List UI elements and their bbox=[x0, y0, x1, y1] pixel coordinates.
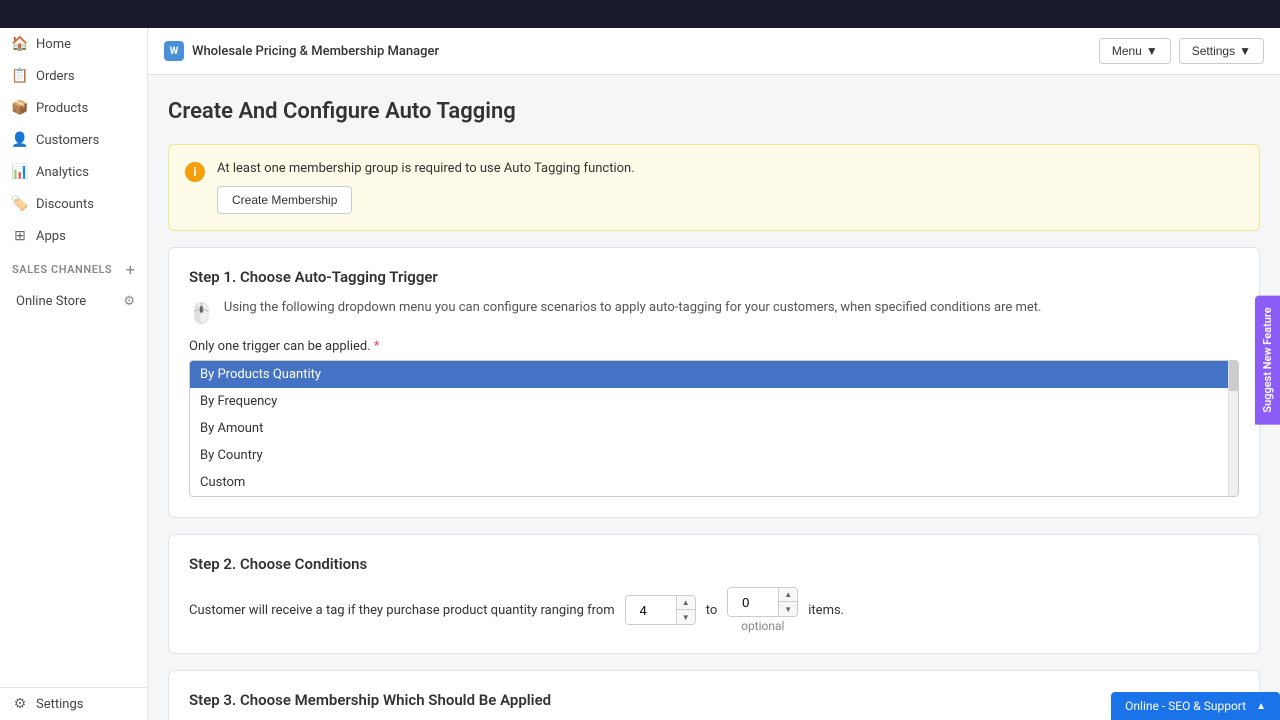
settings-chevron-icon: ▼ bbox=[1239, 44, 1251, 58]
sidebar-item-home-label: Home bbox=[36, 37, 71, 52]
to-quantity-input[interactable] bbox=[728, 588, 778, 616]
alert-content: At least one membership group is require… bbox=[217, 161, 1243, 214]
step1-desc-icon: 🖱️ bbox=[189, 301, 214, 325]
step1-description: 🖱️ Using the following dropdown menu you… bbox=[189, 300, 1239, 325]
sidebar-item-products[interactable]: 📦 Products bbox=[0, 92, 147, 124]
app-header: W Wholesale Pricing & Membership Manager… bbox=[148, 28, 1280, 75]
products-icon: 📦 bbox=[12, 100, 28, 116]
page-title: Create And Configure Auto Tagging bbox=[168, 99, 1260, 124]
step1-title: Step 1. Choose Auto-Tagging Trigger bbox=[189, 268, 1239, 286]
home-icon: 🏠 bbox=[12, 36, 28, 52]
dropdown-scrollbar[interactable] bbox=[1228, 361, 1238, 496]
top-bar bbox=[0, 0, 1280, 28]
app-header-right: Menu ▼ Settings ▼ bbox=[1099, 38, 1264, 64]
online-store-label: Online Store bbox=[16, 294, 86, 309]
sidebar-nav: 🏠 Home 📋 Orders 📦 Products 👤 Customers 📊… bbox=[0, 28, 147, 252]
to-spinner: ▲ ▼ bbox=[778, 588, 797, 616]
new-feature-tab[interactable]: Suggest New Feature bbox=[1255, 295, 1280, 424]
from-spinner: ▲ ▼ bbox=[676, 596, 695, 624]
analytics-icon: 📊 bbox=[12, 164, 28, 180]
dropdown-option-frequency[interactable]: By Frequency bbox=[190, 388, 1238, 415]
sidebar-item-orders-label: Orders bbox=[36, 69, 75, 84]
step3-card: Step 3. Choose Membership Which Should B… bbox=[168, 670, 1260, 720]
optional-label: optional bbox=[741, 619, 784, 633]
sidebar-item-settings[interactable]: ⚙ Settings bbox=[0, 688, 147, 720]
alert-icon: i bbox=[185, 162, 205, 182]
step2-card: Step 2. Choose Conditions Customer will … bbox=[168, 534, 1260, 654]
step3-title: Step 3. Choose Membership Which Should B… bbox=[189, 691, 1239, 709]
app-header-left: W Wholesale Pricing & Membership Manager bbox=[164, 41, 439, 61]
to-quantity-up[interactable]: ▲ bbox=[779, 588, 797, 602]
app-logo: W bbox=[164, 41, 184, 61]
support-widget[interactable]: Online - SEO & Support ▲ bbox=[1111, 692, 1280, 720]
sidebar-item-analytics-label: Analytics bbox=[36, 165, 89, 180]
sidebar-item-online-store[interactable]: Online Store ⚙ bbox=[0, 287, 147, 316]
units-label: items. bbox=[808, 603, 844, 618]
create-membership-button[interactable]: Create Membership bbox=[217, 186, 352, 214]
to-quantity-input-group: ▲ ▼ bbox=[727, 587, 798, 617]
to-quantity-down[interactable]: ▼ bbox=[779, 602, 797, 616]
menu-chevron-icon: ▼ bbox=[1146, 44, 1158, 58]
sidebar-item-analytics[interactable]: 📊 Analytics bbox=[0, 156, 147, 188]
step2-title: Step 2. Choose Conditions bbox=[189, 555, 1239, 573]
app-title: Wholesale Pricing & Membership Manager bbox=[192, 44, 439, 59]
dropdown-option-country[interactable]: By Country bbox=[190, 442, 1238, 469]
apps-icon: ⊞ bbox=[12, 228, 28, 244]
sidebar-item-customers[interactable]: 👤 Customers bbox=[0, 124, 147, 156]
conditions-text: Customer will receive a tag if they purc… bbox=[189, 603, 615, 618]
from-quantity-input[interactable] bbox=[626, 596, 676, 624]
sidebar: 🏠 Home 📋 Orders 📦 Products 👤 Customers 📊… bbox=[0, 28, 148, 720]
orders-icon: 📋 bbox=[12, 68, 28, 84]
step1-desc-text: Using the following dropdown menu you ca… bbox=[224, 300, 1042, 315]
conditions-row: Customer will receive a tag if they purc… bbox=[189, 587, 1239, 633]
settings-icon: ⚙ bbox=[12, 696, 28, 712]
dropdown-option-amount[interactable]: By Amount bbox=[190, 415, 1238, 442]
dropdown-option-products-quantity[interactable]: By Products Quantity bbox=[190, 361, 1238, 388]
online-store-settings-icon[interactable]: ⚙ bbox=[123, 294, 135, 309]
step1-card: Step 1. Choose Auto-Tagging Trigger 🖱️ U… bbox=[168, 247, 1260, 518]
from-quantity-up[interactable]: ▲ bbox=[677, 596, 695, 610]
trigger-label: Only one trigger can be applied. * bbox=[189, 339, 1239, 354]
to-label: to bbox=[706, 603, 718, 618]
from-quantity-down[interactable]: ▼ bbox=[677, 610, 695, 624]
sidebar-item-customers-label: Customers bbox=[36, 133, 99, 148]
main-content: W Wholesale Pricing & Membership Manager… bbox=[148, 28, 1280, 720]
support-label: Online - SEO & Support bbox=[1125, 699, 1246, 713]
menu-button[interactable]: Menu ▼ bbox=[1099, 38, 1171, 64]
alert-box: i At least one membership group is requi… bbox=[168, 144, 1260, 231]
sidebar-item-apps[interactable]: ⊞ Apps bbox=[0, 220, 147, 252]
alert-message: At least one membership group is require… bbox=[217, 161, 1243, 176]
sidebar-bottom: ⚙ Settings bbox=[0, 687, 147, 720]
sidebar-item-orders[interactable]: 📋 Orders bbox=[0, 60, 147, 92]
dropdown-scrollbar-thumb bbox=[1229, 361, 1238, 391]
sidebar-item-apps-label: Apps bbox=[36, 229, 66, 244]
sidebar-item-products-label: Products bbox=[36, 101, 88, 116]
page-body: Create And Configure Auto Tagging i At l… bbox=[148, 75, 1280, 720]
sidebar-item-home[interactable]: 🏠 Home bbox=[0, 28, 147, 60]
channels-section-label: SALES CHANNELS bbox=[12, 263, 112, 276]
support-chevron-icon: ▲ bbox=[1256, 701, 1266, 712]
channels-section-header: SALES CHANNELS + bbox=[0, 252, 147, 287]
customers-icon: 👤 bbox=[12, 132, 28, 148]
dropdown-option-custom[interactable]: Custom bbox=[190, 469, 1238, 496]
trigger-required-marker: * bbox=[374, 339, 380, 354]
discounts-icon: 🏷️ bbox=[12, 196, 28, 212]
from-quantity-input-group: ▲ ▼ bbox=[625, 595, 696, 625]
settings-button[interactable]: Settings ▼ bbox=[1179, 38, 1264, 64]
sidebar-item-discounts[interactable]: 🏷️ Discounts bbox=[0, 188, 147, 220]
channels-add-icon[interactable]: + bbox=[126, 260, 135, 279]
sidebar-item-settings-label: Settings bbox=[36, 697, 83, 712]
sidebar-item-discounts-label: Discounts bbox=[36, 197, 94, 212]
trigger-dropdown[interactable]: By Products Quantity By Frequency By Amo… bbox=[189, 360, 1239, 497]
